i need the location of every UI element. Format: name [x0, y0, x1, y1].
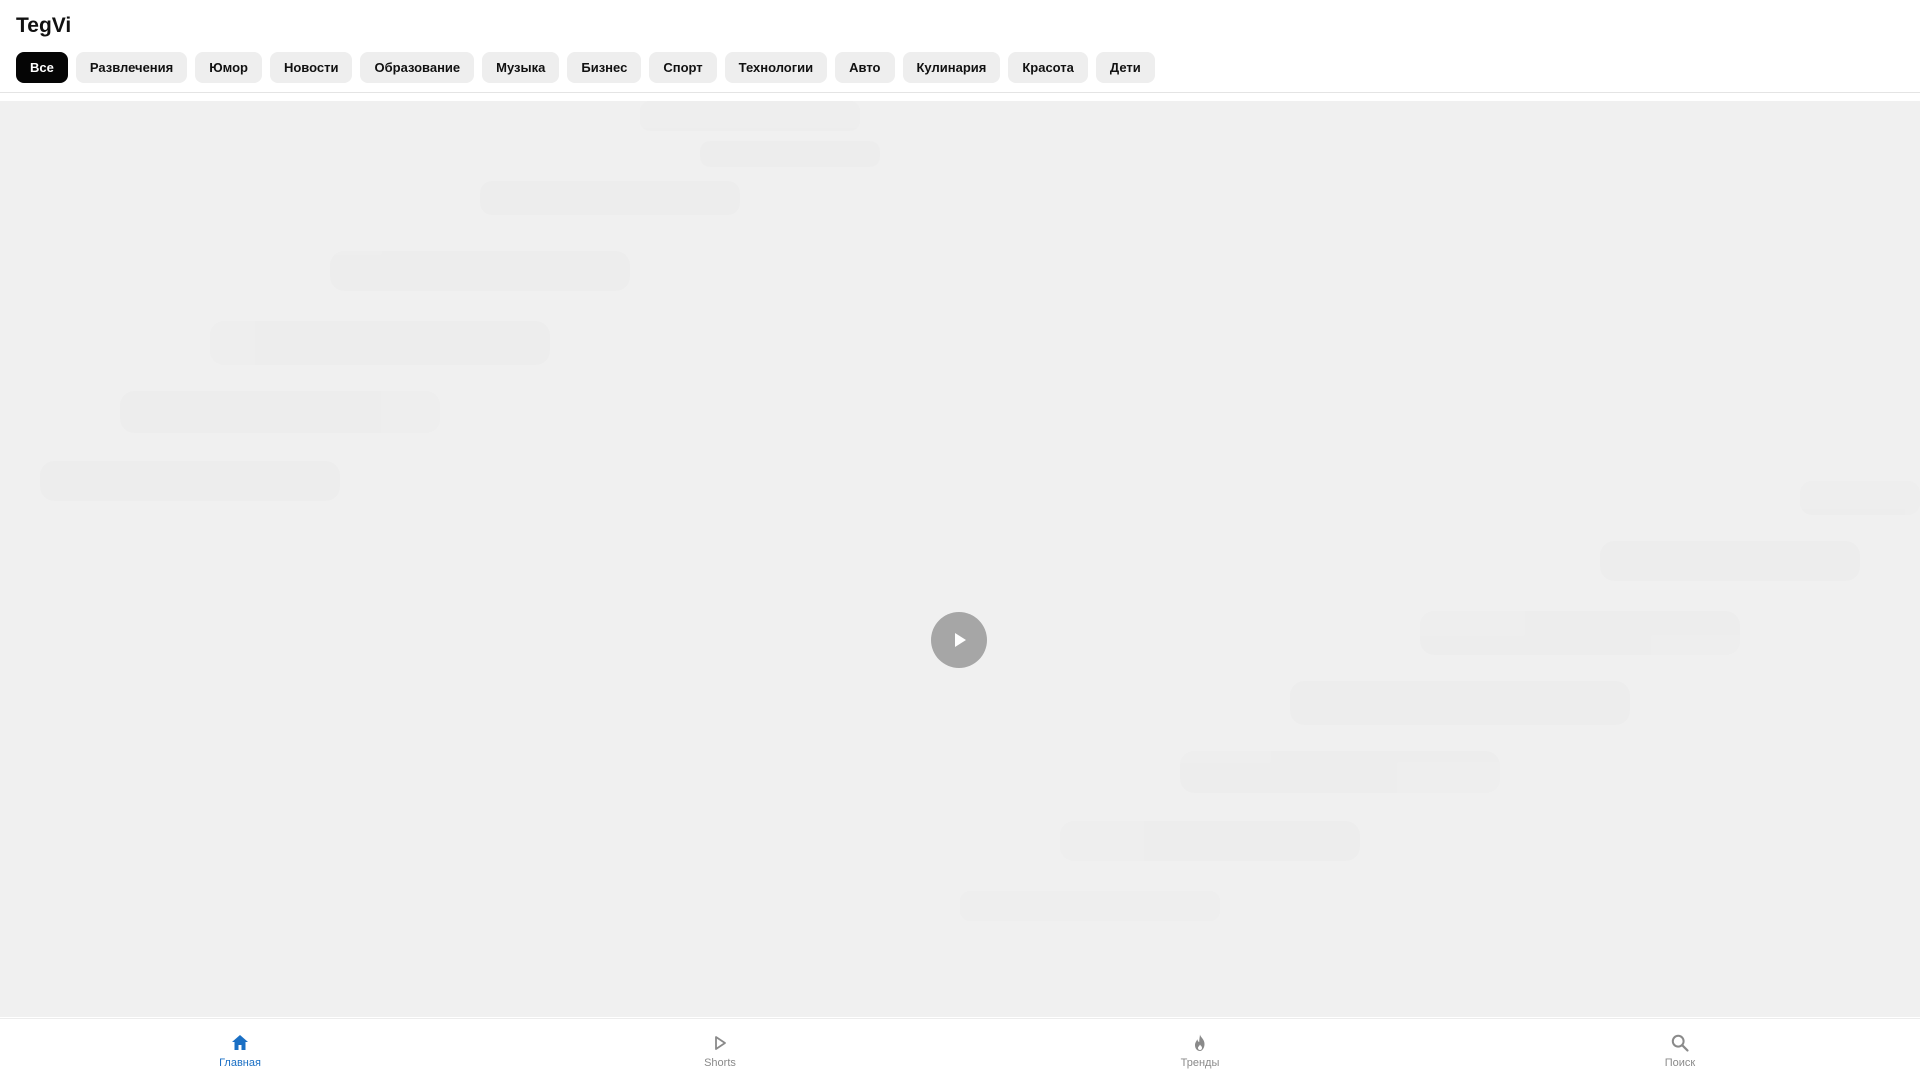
chip-business[interactable]: Бизнес	[567, 52, 642, 83]
play-icon	[955, 633, 966, 647]
chip-music[interactable]: Музыка	[482, 52, 560, 83]
search-icon	[1669, 1032, 1691, 1054]
nav-shorts-label: Shorts	[704, 1057, 736, 1069]
nav-home-label: Главная	[219, 1057, 261, 1069]
chip-technology[interactable]: Технологии	[724, 52, 828, 83]
chip-humor[interactable]: Юмор	[195, 52, 262, 83]
chip-kids[interactable]: Дети	[1095, 52, 1155, 83]
nav-search[interactable]: Поиск	[1440, 1019, 1920, 1080]
bottom-navigation: Главная Shorts Тренды Поиск	[0, 1018, 1920, 1080]
nav-home[interactable]: Главная	[0, 1019, 480, 1080]
chip-cooking[interactable]: Кулинария	[902, 52, 1001, 83]
video-player[interactable]	[0, 101, 1920, 1017]
chip-auto[interactable]: Авто	[835, 52, 895, 83]
nav-trends-label: Тренды	[1180, 1057, 1220, 1069]
play-button[interactable]	[931, 612, 987, 668]
chip-all[interactable]: Все	[16, 52, 68, 83]
chip-sport[interactable]: Спорт	[649, 52, 717, 83]
chip-beauty[interactable]: Красота	[1008, 52, 1088, 83]
app-root: TegVi Все Развлечения Юмор Новости Образ…	[0, 0, 1920, 1080]
chip-news[interactable]: Новости	[269, 52, 353, 83]
nav-shorts[interactable]: Shorts	[480, 1019, 960, 1080]
app-title[interactable]: TegVi	[16, 12, 71, 40]
shorts-play-icon	[709, 1032, 731, 1054]
home-icon	[229, 1032, 251, 1054]
video-thumbnail-placeholder	[40, 101, 1920, 921]
category-chips: Все Развлечения Юмор Новости Образование…	[16, 52, 1155, 83]
nav-trends[interactable]: Тренды	[960, 1019, 1440, 1080]
chip-entertainment[interactable]: Развлечения	[75, 52, 188, 83]
chip-education[interactable]: Образование	[360, 52, 475, 83]
flame-icon	[1189, 1032, 1211, 1054]
nav-search-label: Поиск	[1664, 1057, 1696, 1069]
top-bar: TegVi Все Развлечения Юмор Новости Образ…	[0, 0, 1920, 93]
